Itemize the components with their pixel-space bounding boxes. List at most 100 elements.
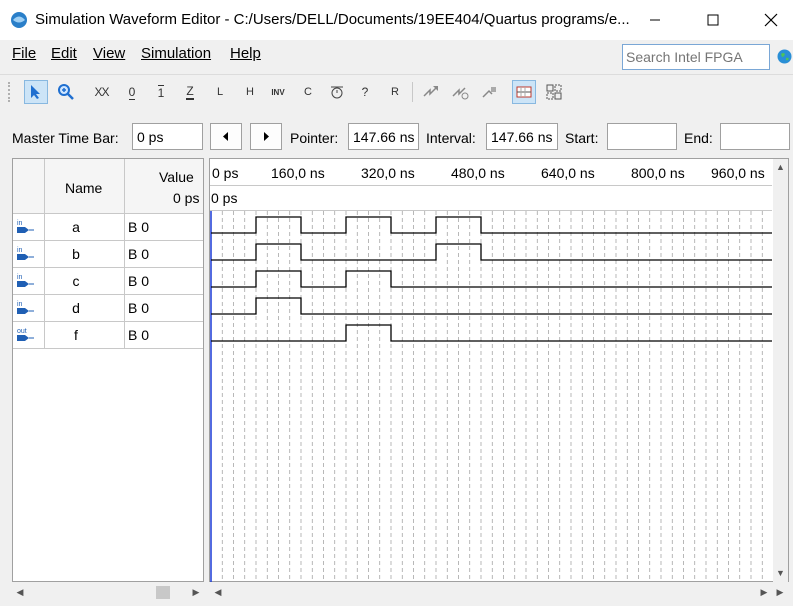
count-label: C [304,86,312,98]
svg-text:in: in [17,247,23,254]
value-label: ? [361,85,369,99]
invert-icon[interactable]: INV [266,80,290,104]
master-time-bar-field[interactable]: 0 ps [132,123,203,150]
ruler-tick-label: 640,0 ns [541,165,595,181]
search-input[interactable] [623,45,769,69]
row-divider [44,295,45,321]
signal-row[interactable] [13,214,203,241]
signal-row[interactable] [13,295,203,322]
invert-label: INV [271,87,285,97]
waveform-scroll-right-icon[interactable]: ▶ [758,584,770,600]
ruler-tick-label: 0 ps [212,165,239,181]
waveform-scroll-left-icon[interactable]: ◀ [212,584,224,600]
toolbar-grip [8,82,14,102]
forcing-high-impedance-icon[interactable]: Z [178,80,202,104]
signal-list-scrollbar[interactable] [13,583,203,601]
menu-file[interactable]: File [12,45,36,62]
signal-row[interactable] [13,241,203,268]
generate-netlist-icon[interactable] [477,80,501,104]
signal-value: B 0 [128,273,150,289]
master-time-bar-label: Master Time Bar: [12,130,119,146]
clock-icon[interactable] [325,80,349,104]
signal-name[interactable]: d [66,300,86,316]
zoom-tool-icon[interactable] [54,80,78,104]
signal-value: B 0 [128,219,150,235]
menu-help[interactable]: Help [230,45,261,62]
svg-text:in: in [17,274,23,281]
count-value-icon[interactable]: C [296,80,320,104]
toolbar-divider [412,82,413,102]
forcing-weak-low-label: L [216,86,224,98]
svg-text:in: in [17,220,23,227]
quartus-app-icon [10,11,28,29]
signal-value: B 0 [128,246,150,262]
forcing-weak-high-icon[interactable]: H [238,80,262,104]
maximize-button[interactable] [690,6,736,34]
signal-name[interactable]: f [66,327,86,343]
forcing-low-label: 0 [128,84,136,100]
waveform-f [211,324,772,342]
search-box[interactable] [622,44,770,70]
arbitrary-value-icon[interactable]: ? [353,80,377,104]
cursor-label-row [210,186,772,211]
waveform-scroll-end-icon[interactable]: ▶ [774,584,786,600]
waveform-canvas[interactable] [210,211,772,582]
waveform-horizontal-scrollbar[interactable] [210,583,788,601]
menu-edit[interactable]: Edit [51,45,77,62]
snap-to-grid-icon[interactable] [512,80,536,104]
scroll-up-arrow-icon[interactable]: ▲ [773,160,788,174]
globe-icon[interactable] [777,49,792,64]
end-field[interactable] [720,123,790,150]
menu-simulation[interactable]: Simulation [141,45,211,62]
waveform-d [211,297,772,315]
random-label: R [391,86,399,98]
previous-transition-button[interactable] [210,123,242,150]
run-functional-simulation-icon[interactable] [419,80,443,104]
signal-name[interactable]: a [66,219,86,235]
ruler-tick-label: 320,0 ns [361,165,415,181]
header-divider [44,159,45,213]
random-values-icon[interactable]: R [383,80,407,104]
window-title: Simulation Waveform Editor - C:/Users/DE… [35,11,630,28]
output-pin-icon: out [16,326,36,344]
forcing-z-label: Z [186,84,194,100]
grid-settings-icon[interactable] [542,80,566,104]
forcing-unknown-icon[interactable]: XX [90,80,114,104]
scroll-left-arrow-icon[interactable]: ◀ [14,584,26,600]
signal-name[interactable]: b [66,246,86,262]
start-field[interactable] [607,123,677,150]
start-label: Start: [565,130,599,146]
input-pin-icon: in [16,218,36,236]
scroll-right-arrow-icon[interactable]: ▶ [190,584,202,600]
value-column-header[interactable]: Value [159,169,194,185]
next-transition-button[interactable] [250,123,282,150]
run-timing-simulation-icon[interactable] [448,80,472,104]
scroll-down-arrow-icon[interactable]: ▼ [773,566,788,580]
waveform-c [211,270,772,288]
ruler-tick-label: 960,0 ns [711,165,765,181]
close-button[interactable] [748,6,793,34]
row-divider [44,322,45,348]
selection-tool-icon[interactable] [24,80,48,104]
row-divider [124,268,125,294]
forcing-low-icon[interactable]: 0 [120,80,144,104]
forcing-high-label: 1 [157,84,165,100]
waveform-vertical-scrollbar[interactable] [773,159,788,582]
input-pin-icon: in [16,272,36,290]
ruler-tick-label: 480,0 ns [451,165,505,181]
menu-view[interactable]: View [93,45,125,62]
signal-row[interactable] [13,322,203,349]
forcing-high-icon[interactable]: 1 [149,80,173,104]
minimize-button[interactable] [632,6,678,34]
svg-text:in: in [17,301,23,308]
forcing-weak-low-icon[interactable]: L [208,80,232,104]
end-label: End: [684,130,713,146]
interval-label: Interval: [426,130,476,146]
signal-name[interactable]: c [66,273,86,289]
menu-edit-label: Edit [51,45,77,62]
svg-text:out: out [17,328,27,335]
name-column-header[interactable]: Name [65,180,102,196]
scrollbar-thumb[interactable] [156,586,170,599]
row-divider [124,322,125,348]
signal-row[interactable] [13,268,203,295]
